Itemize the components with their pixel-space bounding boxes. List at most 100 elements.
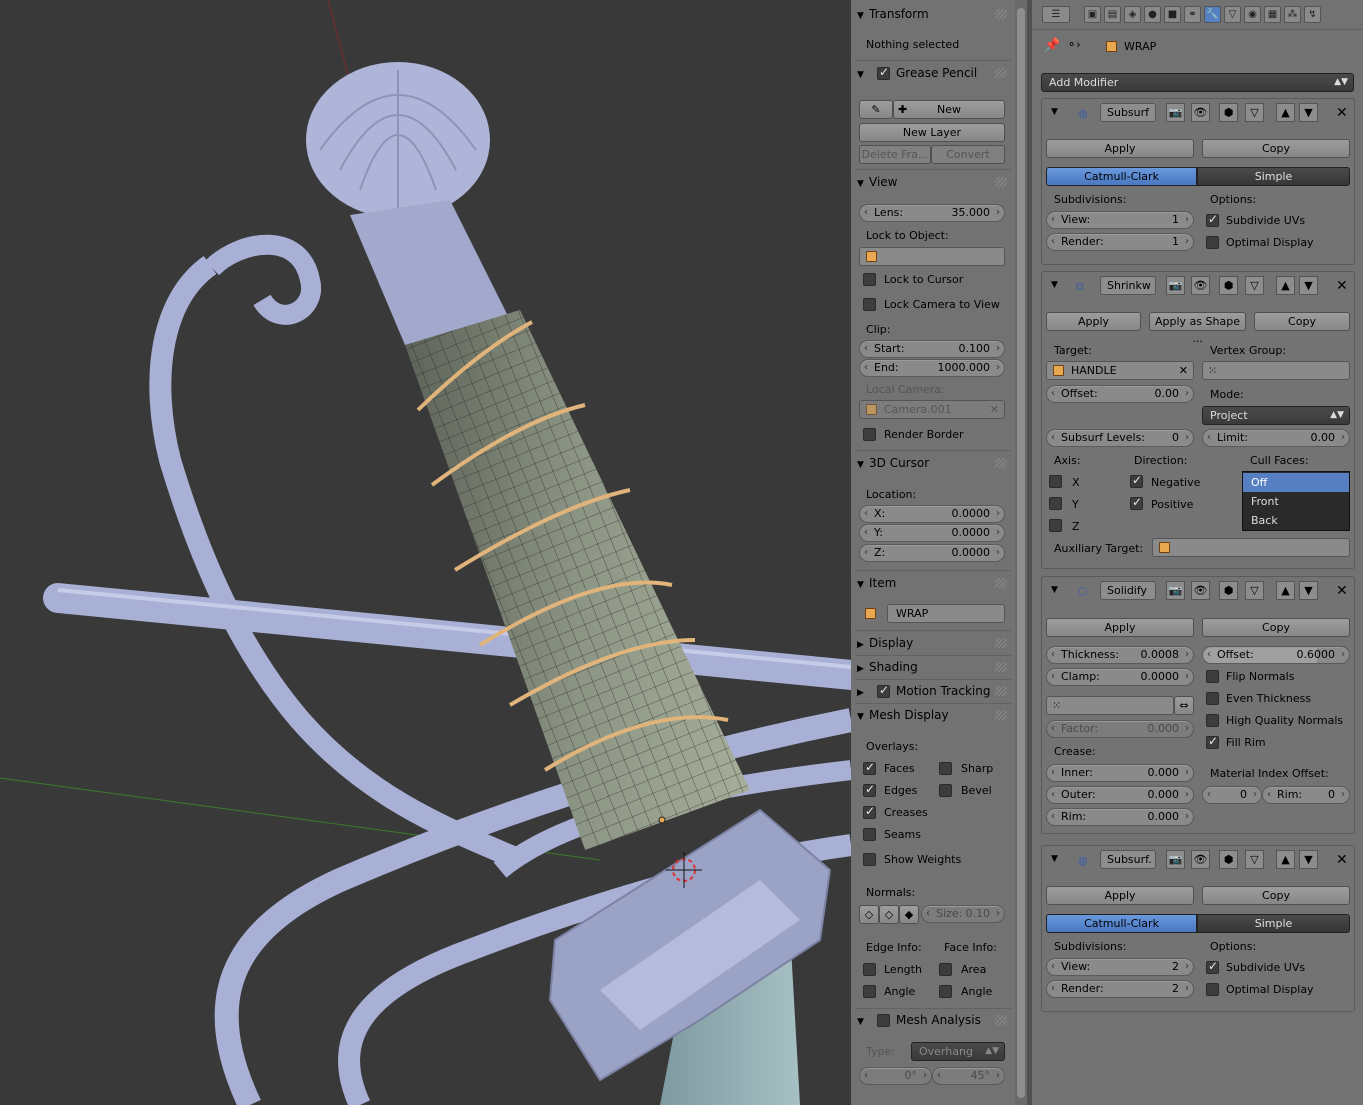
collapse-arrow-icon[interactable]: ▼ xyxy=(1051,854,1058,864)
limit-field[interactable]: Limit:0.00 xyxy=(1202,429,1350,447)
face-angle-checkbox[interactable] xyxy=(939,985,952,998)
render-layers-tab-icon[interactable]: ▤ xyxy=(1104,6,1121,23)
solidify-vertex-group-field[interactable]: ⁙ xyxy=(1046,696,1174,715)
gp-convert-button[interactable]: Convert xyxy=(931,145,1005,164)
close-icon[interactable]: ✕ xyxy=(1336,852,1348,868)
grease-pencil-checkbox[interactable] xyxy=(877,65,890,80)
world-tab-icon[interactable]: ● xyxy=(1144,6,1161,23)
lock-to-cursor-checkbox[interactable] xyxy=(863,273,876,286)
render-toggle-icon[interactable]: 📷 xyxy=(1166,103,1185,122)
move-up-icon[interactable]: ▲ xyxy=(1276,581,1295,600)
panel-grip-icon[interactable] xyxy=(995,578,1007,588)
render-toggle-icon[interactable]: 📷 xyxy=(1166,581,1185,600)
clear-icon[interactable]: ✕ xyxy=(1179,362,1188,379)
editmode-toggle-icon[interactable]: ⬢ xyxy=(1219,276,1238,295)
display-panel-header[interactable]: ▶ Display xyxy=(857,633,913,653)
analysis-max-field[interactable]: 45° xyxy=(932,1067,1005,1085)
vertex-group-field[interactable]: ⁙ xyxy=(1202,361,1350,380)
apply-button[interactable]: Apply xyxy=(1046,139,1194,158)
cursor-x-field[interactable]: X:0.0000 xyxy=(859,505,1005,523)
render-toggle-icon[interactable]: 📷 xyxy=(1166,276,1185,295)
material-rim-field[interactable]: Rim:0 xyxy=(1262,786,1350,804)
cull-back-option[interactable]: Back xyxy=(1243,511,1349,530)
crease-inner-field[interactable]: Inner:0.000 xyxy=(1046,764,1194,782)
panel-grip-icon[interactable] xyxy=(995,662,1007,672)
panel-grip-icon[interactable] xyxy=(995,1015,1007,1025)
factor-field[interactable]: Factor:0.000 xyxy=(1046,720,1194,738)
collapse-arrow-icon[interactable]: ▼ xyxy=(1051,107,1058,117)
lock-camera-checkbox[interactable] xyxy=(863,298,876,311)
modifier-name-field[interactable]: Solidify xyxy=(1100,581,1156,600)
apply-button[interactable]: Apply xyxy=(1046,618,1194,637)
negative-checkbox[interactable] xyxy=(1130,473,1143,488)
physics-tab-icon[interactable]: ↯ xyxy=(1304,6,1321,23)
particles-tab-icon[interactable]: ⁂ xyxy=(1284,6,1301,23)
panel-grip-icon[interactable] xyxy=(995,686,1007,696)
viewport-toggle-icon[interactable]: 👁 xyxy=(1191,276,1210,295)
edges-checkbox[interactable] xyxy=(863,782,876,797)
viewport-toggle-icon[interactable]: 👁 xyxy=(1191,581,1210,600)
object-tab-icon[interactable]: ■ xyxy=(1164,6,1181,23)
editor-type-icon[interactable]: ☰ xyxy=(1042,6,1070,23)
render-toggle-icon[interactable]: 📷 xyxy=(1166,850,1185,869)
gp-new-layer-button[interactable]: New Layer xyxy=(859,123,1005,142)
transform-panel-header[interactable]: ▼ Transform xyxy=(857,4,929,24)
local-camera-field[interactable]: Camera.001 ✕ xyxy=(859,400,1005,419)
subdivide-uvs-checkbox[interactable] xyxy=(1206,959,1219,974)
copy-button[interactable]: Copy xyxy=(1202,139,1350,158)
shading-panel-header[interactable]: ▶ Shading xyxy=(857,657,918,677)
gp-delete-frame-button[interactable]: Delete Fra... xyxy=(859,145,931,164)
move-down-icon[interactable]: ▼ xyxy=(1299,850,1318,869)
clamp-field[interactable]: Clamp:0.0000 xyxy=(1046,668,1194,686)
panel-grip-icon[interactable] xyxy=(995,638,1007,648)
crease-outer-field[interactable]: Outer:0.000 xyxy=(1046,786,1194,804)
scene-tab-icon[interactable]: ◈ xyxy=(1124,6,1141,23)
lock-to-object-field[interactable] xyxy=(859,247,1005,266)
scrollbar-thumb[interactable] xyxy=(1017,8,1025,1098)
subdivide-uvs-checkbox[interactable] xyxy=(1206,212,1219,227)
crease-rim-field[interactable]: Rim:0.000 xyxy=(1046,808,1194,826)
mode-dropdown[interactable]: Project ▲▼ xyxy=(1202,406,1350,425)
add-modifier-dropdown[interactable]: Add Modifier ▲▼ xyxy=(1041,73,1354,92)
modifier-name-field[interactable]: Subsurf. xyxy=(1100,850,1156,869)
apply-as-shape-button[interactable]: Apply as Shape ... xyxy=(1149,312,1246,345)
close-icon[interactable]: ✕ xyxy=(990,401,999,418)
panel-grip-icon[interactable] xyxy=(995,458,1007,468)
modifier-name-field[interactable]: Subsurf xyxy=(1100,103,1156,122)
material-offset-field[interactable]: 0 xyxy=(1202,786,1262,804)
mesh-analysis-checkbox[interactable] xyxy=(877,1014,890,1027)
axis-z-checkbox[interactable] xyxy=(1049,519,1062,532)
seams-checkbox[interactable] xyxy=(863,828,876,841)
close-icon[interactable]: ✕ xyxy=(1336,105,1348,121)
clip-end-field[interactable]: End:1000.000 xyxy=(859,359,1005,377)
cage-toggle-icon[interactable]: ▽ xyxy=(1245,276,1264,295)
solidify-offset-field[interactable]: Offset:0.6000 xyxy=(1202,646,1350,664)
texture-tab-icon[interactable]: ▦ xyxy=(1264,6,1281,23)
cage-toggle-icon[interactable]: ▽ xyxy=(1245,581,1264,600)
mesh-analysis-panel-header[interactable]: ▼ xyxy=(857,1010,869,1030)
panel-grip-icon[interactable] xyxy=(995,9,1007,19)
fill-rim-checkbox[interactable] xyxy=(1206,734,1219,749)
positive-checkbox[interactable] xyxy=(1130,495,1143,510)
motion-tracking-checkbox[interactable] xyxy=(877,683,890,698)
simple-toggle[interactable]: Simple xyxy=(1197,914,1350,933)
constraints-tab-icon[interactable]: ⚭ xyxy=(1184,6,1201,23)
auxiliary-target-field[interactable] xyxy=(1152,538,1350,557)
shelf-scrollbar[interactable] xyxy=(1015,0,1027,1105)
3d-viewport[interactable] xyxy=(0,0,851,1105)
cull-front-option[interactable]: Front xyxy=(1243,492,1349,511)
viewport-toggle-icon[interactable]: 👁 xyxy=(1191,103,1210,122)
lens-field[interactable]: Lens:35.000 xyxy=(859,204,1005,222)
subsurf-view-field[interactable]: View:1 xyxy=(1046,211,1194,229)
modifier-name-field[interactable]: Shrinkw xyxy=(1100,276,1156,295)
axis-y-checkbox[interactable] xyxy=(1049,497,1062,510)
show-weights-checkbox[interactable] xyxy=(863,853,876,866)
length-checkbox[interactable] xyxy=(863,963,876,976)
subsurf-levels-field[interactable]: Subsurf Levels:0 xyxy=(1046,429,1194,447)
sharp-checkbox[interactable] xyxy=(939,762,952,775)
shrinkwrap-offset-field[interactable]: Offset:0.00 xyxy=(1046,385,1194,403)
copy-button[interactable]: Copy xyxy=(1202,618,1350,637)
grease-pencil-panel-header[interactable]: ▼ xyxy=(857,63,869,83)
move-up-icon[interactable]: ▲ xyxy=(1276,276,1295,295)
gp-new-button[interactable]: ✚ New xyxy=(893,100,1005,119)
